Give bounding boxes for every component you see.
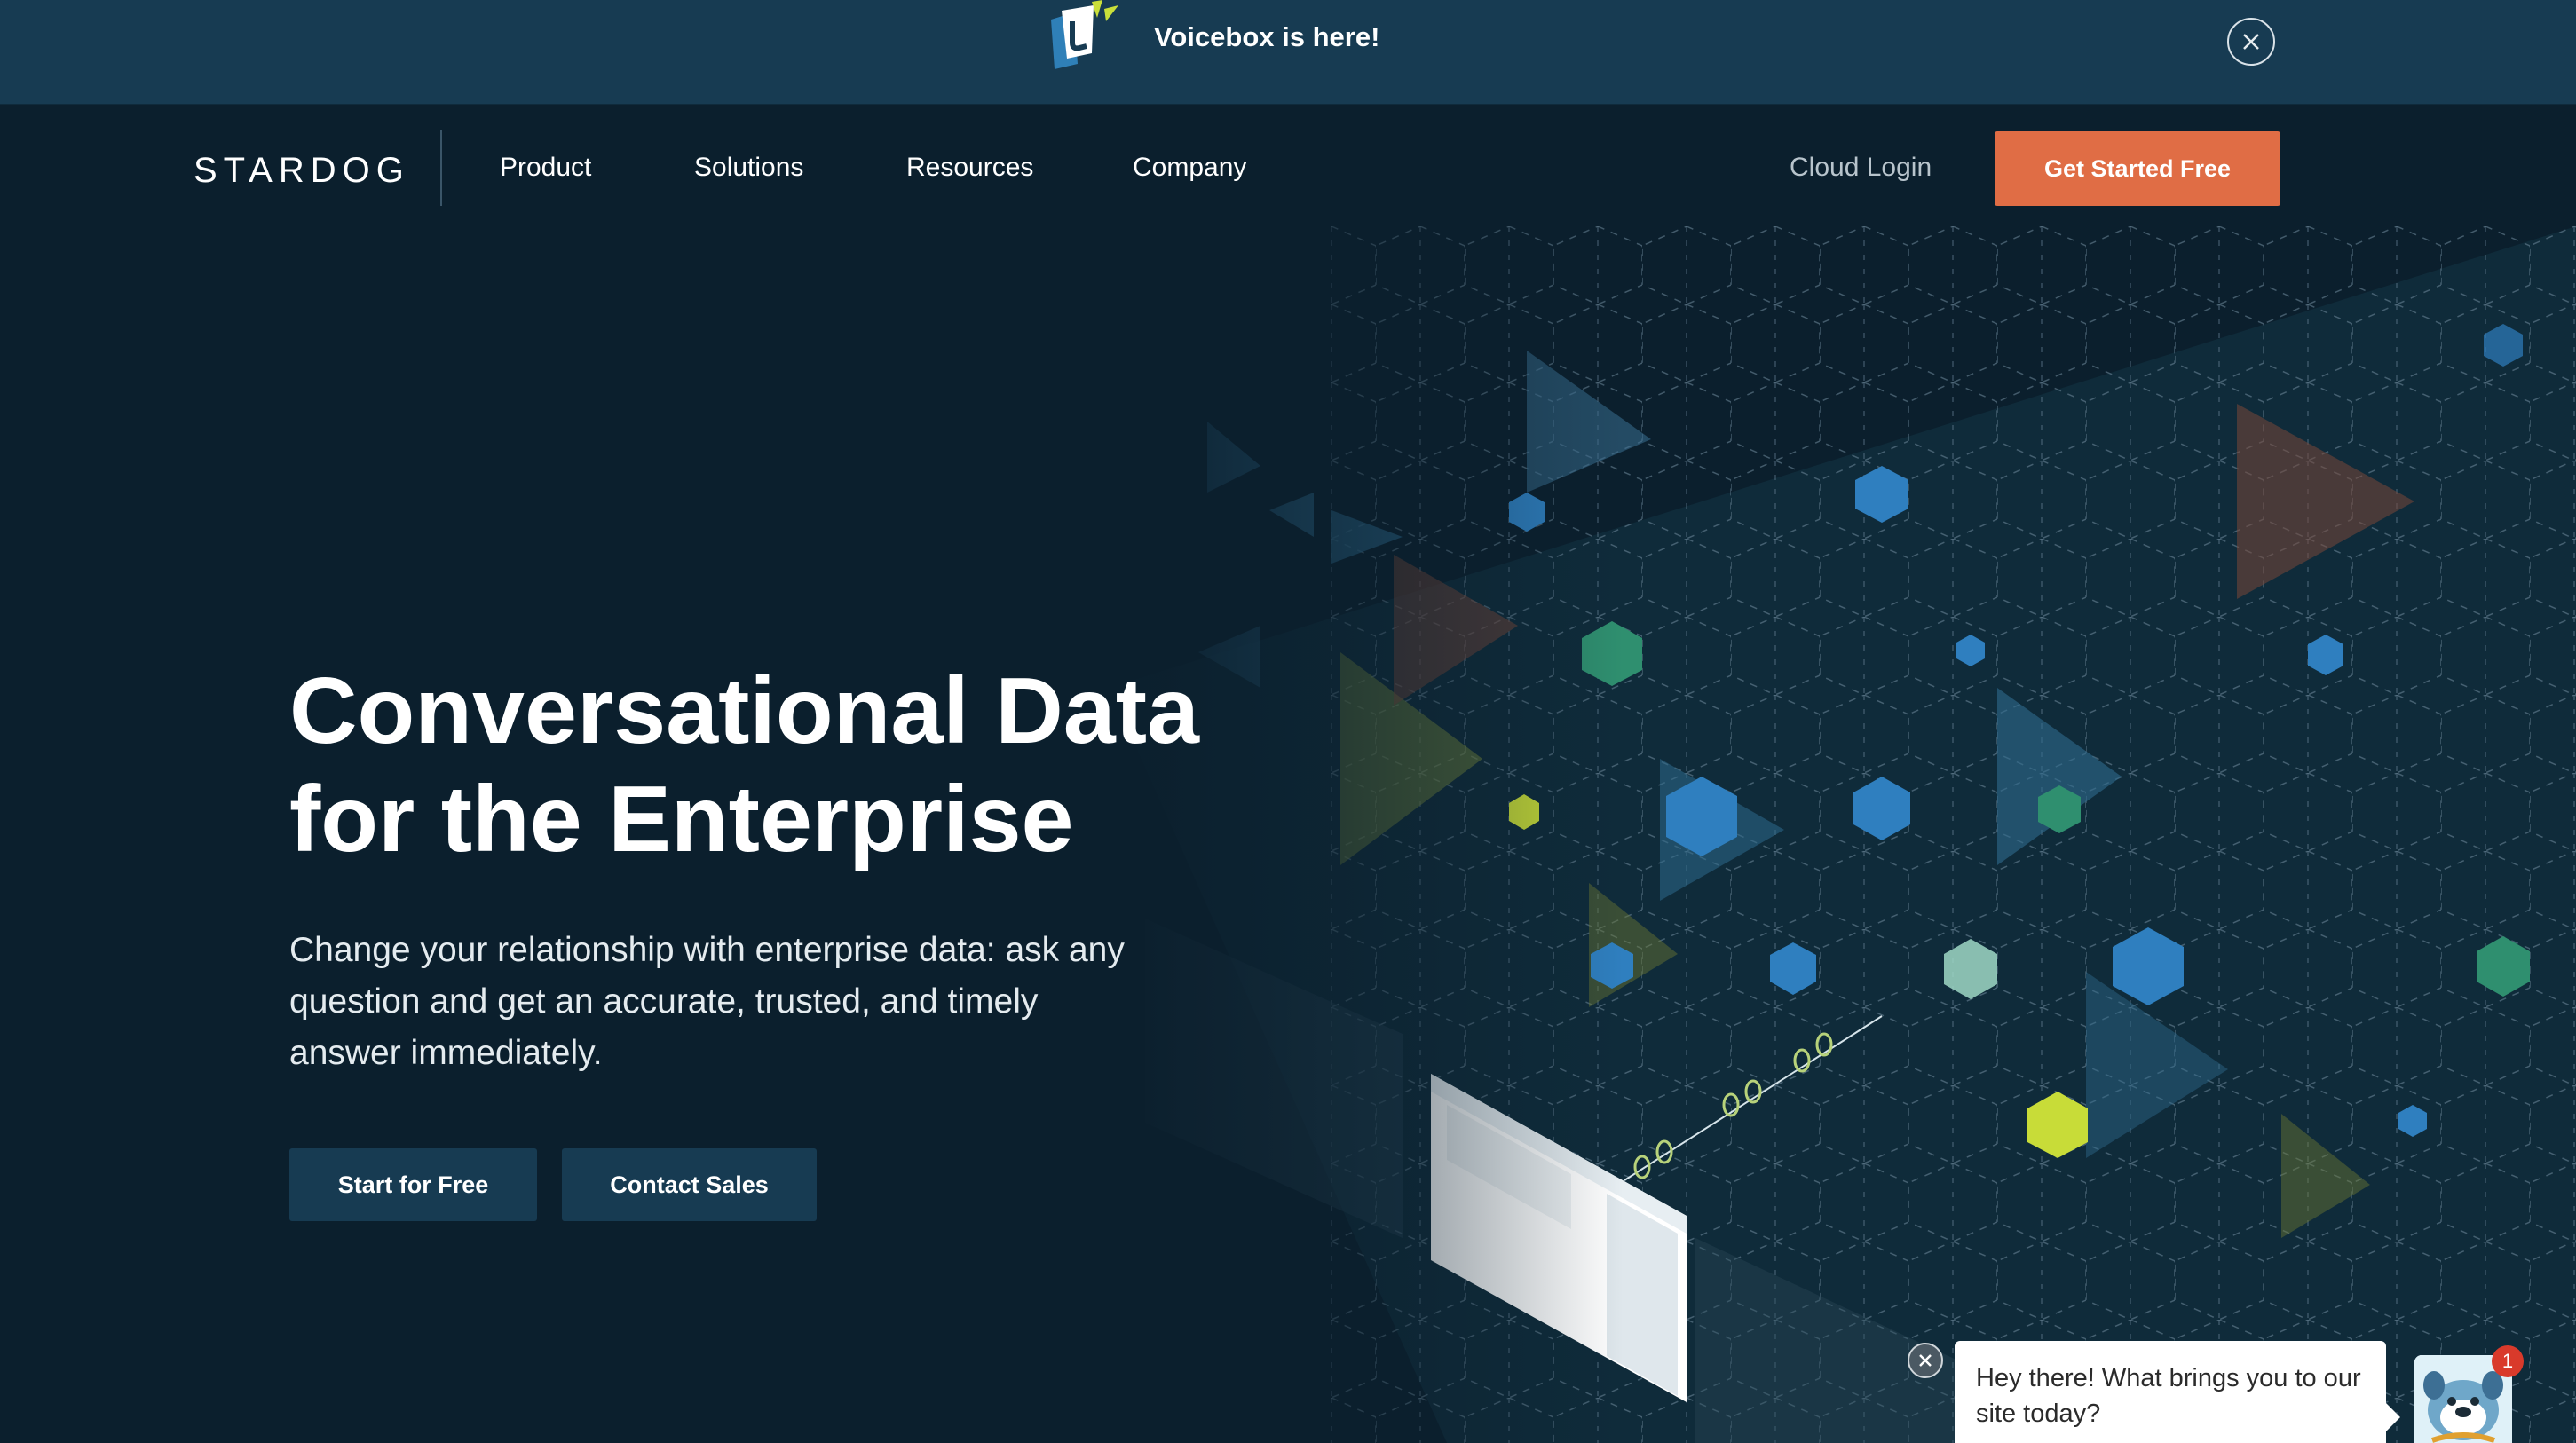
- announcement-bar: Voicebox is here!: [0, 0, 2576, 105]
- nav-item-company[interactable]: Company: [1133, 153, 1246, 183]
- chat-message-bubble[interactable]: Hey there! What brings you to our site t…: [1955, 1341, 2400, 1443]
- nav-item-solutions[interactable]: Solutions: [694, 153, 803, 183]
- chat-close-button[interactable]: [1908, 1343, 1943, 1378]
- cloud-login-link[interactable]: Cloud Login: [1790, 153, 1932, 183]
- get-started-free-button[interactable]: Get Started Free: [1995, 131, 2280, 206]
- nav-item-resources[interactable]: Resources: [906, 153, 1033, 183]
- hero-subtext: Change your relationship with enterprise…: [289, 931, 1125, 1072]
- hero-headline: Conversational Data for the Enterprise: [289, 657, 1199, 873]
- hero-headline-line-1: Conversational Data: [289, 658, 1199, 763]
- start-for-free-button[interactable]: Start for Free: [289, 1148, 537, 1221]
- brand-logo[interactable]: STARDOG: [194, 151, 410, 191]
- main-navigation: STARDOG Product Solutions Resources Comp…: [0, 105, 2576, 229]
- contact-sales-button[interactable]: Contact Sales: [562, 1148, 817, 1221]
- chat-bubble-tail: [2386, 1403, 2400, 1431]
- nav-item-product[interactable]: Product: [500, 153, 591, 183]
- announcement-text[interactable]: Voicebox is here!: [1154, 21, 1379, 53]
- hero-headline-line-2: for the Enterprise: [289, 767, 1074, 871]
- notification-badge: 1: [2492, 1345, 2524, 1377]
- chat-message-text: Hey there! What brings you to our site t…: [1976, 1364, 2361, 1428]
- announcement-close-button[interactable]: [2227, 18, 2275, 66]
- nav-divider: [440, 130, 442, 206]
- voicebox-logo-icon: [1051, 0, 1118, 69]
- close-icon: [2243, 34, 2259, 50]
- close-icon: [1919, 1354, 1932, 1367]
- hero-graph-illustration: [1110, 226, 2576, 1443]
